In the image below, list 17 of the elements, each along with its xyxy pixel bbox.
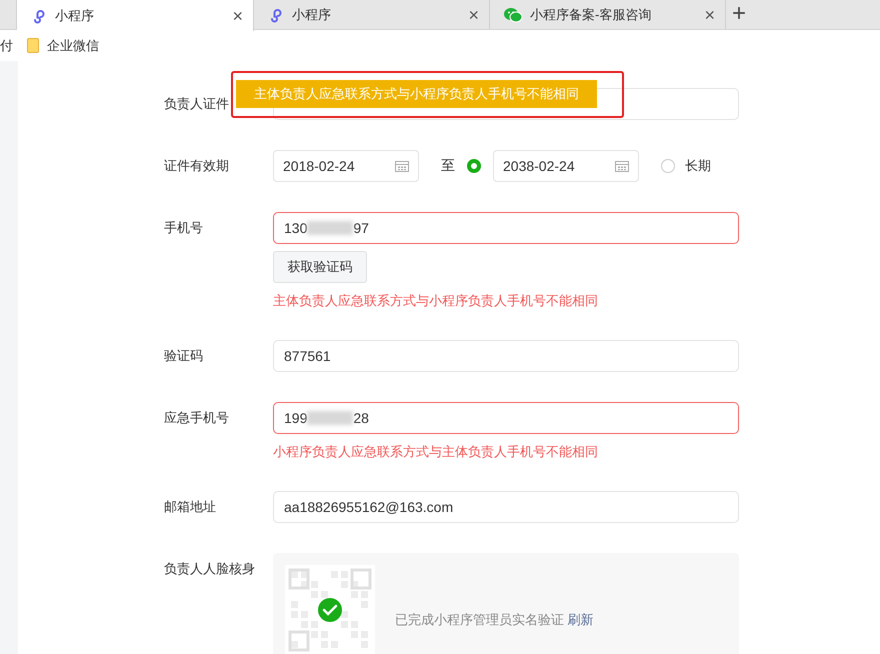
field-label: 负责人证件 xyxy=(164,95,229,113)
field-label: 负责人人脸核身 xyxy=(164,560,255,578)
field-label: 验证码 xyxy=(164,347,203,365)
range-separator: 至 xyxy=(441,157,455,175)
error-toast: 主体负责人应急联系方式与小程序负责人手机号不能相同 xyxy=(236,80,597,108)
value-end: 97 xyxy=(353,220,369,236)
field-label: 邮箱地址 xyxy=(164,498,216,516)
radio-label: 长期 xyxy=(685,157,711,175)
error-message: 主体负责人应急联系方式与小程序负责人手机号不能相同 xyxy=(273,292,599,310)
field-label: 证件有效期 xyxy=(164,157,229,175)
value-start: 130 xyxy=(284,220,308,236)
error-message: 小程序负责人应急联系方式与主体负责人手机号不能相同 xyxy=(273,443,599,461)
value-end: 28 xyxy=(353,410,369,426)
status-text: 已完成小程序管理员实名验证 刷新 xyxy=(395,611,594,629)
field-label: 手机号 xyxy=(164,219,203,237)
value-start: 199 xyxy=(284,410,308,426)
field-label: 应急手机号 xyxy=(164,409,229,427)
